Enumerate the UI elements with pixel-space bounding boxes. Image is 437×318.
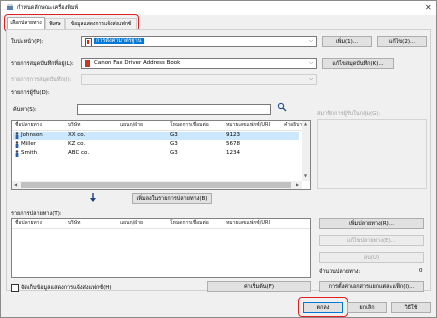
- recipient-company: ABC co.: [68, 150, 90, 156]
- address-book-select[interactable]: Canon Fax Driver Address Book ⌵: [81, 58, 317, 69]
- column-header[interactable]: โหมดการเชื่อมต่อ: [170, 121, 209, 130]
- arrow-down-icon: [89, 193, 97, 204]
- recipient-name: Miller: [21, 141, 36, 147]
- column-header[interactable]: แผนก/ฝ่าย: [120, 121, 143, 130]
- column-header[interactable]: ชื่อปลายทาง: [15, 121, 42, 130]
- recipient-mode: G3: [170, 132, 178, 138]
- recipient-company: KZ co.: [68, 141, 86, 147]
- tab-label: พิเศษ: [49, 21, 61, 27]
- cancel-button[interactable]: ยกเลิก: [347, 302, 387, 313]
- save-fax-info-label: จัดเก็บข้อมูลแสดงการแจ้งส่งแฟกซ์(H): [21, 285, 112, 291]
- help-button[interactable]: วิธีใช้: [391, 302, 431, 313]
- tab-special[interactable]: พิเศษ: [45, 18, 65, 29]
- scroll-down-icon[interactable]: ▼: [302, 173, 309, 178]
- recipient-number: 1234: [226, 150, 240, 156]
- edit-destination-button[interactable]: แก้ไขปลายทาง(E)...: [319, 235, 424, 246]
- person-icon: [15, 132, 19, 141]
- scroll-left-icon[interactable]: ◀: [12, 182, 19, 187]
- chevron-down-icon: ⌵: [309, 60, 313, 66]
- cover-sheet-value: การตั้งค่ามาตรฐาน: [94, 38, 144, 44]
- recipient-list-label: รายการผู้รับ(D):: [11, 90, 50, 96]
- search-icon[interactable]: [277, 102, 287, 114]
- chevron-down-icon: ⌵: [309, 38, 313, 44]
- ok-button[interactable]: ตกลง: [303, 302, 343, 313]
- person-icon: [15, 141, 19, 150]
- window-title: กำหนดลักษณะเครื่องพิมพ์: [17, 5, 79, 11]
- cover-icon: [85, 38, 92, 46]
- restore-defaults-button[interactable]: ค่าเริ่มต้น(F): [207, 281, 311, 292]
- table-row[interactable]: Johnson XX co. G3 9123: [13, 132, 299, 140]
- recipient-mode: G3: [170, 141, 178, 147]
- cover-add-button[interactable]: เพิ่ม(1)...: [322, 36, 372, 47]
- column-header[interactable]: ชื่อปลายทาง: [15, 219, 42, 228]
- search-scope-select[interactable]: ⌵: [81, 74, 317, 85]
- column-header[interactable]: แผนก/ฝ่าย: [120, 219, 143, 228]
- add-destination-button[interactable]: เพิ่มปลายทาง(R)...: [319, 218, 424, 229]
- chevron-down-icon: ⌵: [309, 76, 313, 82]
- close-icon[interactable]: ✕: [425, 3, 432, 12]
- vertical-scrollbar[interactable]: ▲ ▼: [302, 121, 310, 181]
- recipient-company: XX co.: [68, 132, 86, 138]
- printer-icon: [6, 3, 14, 11]
- address-book-list-label: รายการสมุดบันทึกที่อยู่(L):: [11, 61, 74, 67]
- column-header[interactable]: หมายเลขแฟกซ์/URI: [226, 219, 270, 228]
- destination-table[interactable]: ชื่อปลายทาง บริษัท แผนก/ฝ่าย โหมดการเชื่…: [11, 218, 311, 278]
- address-book-icon: [85, 60, 90, 67]
- group-members-list: [317, 119, 427, 189]
- recipient-name: Johnson: [21, 132, 43, 138]
- title-bar: กำหนดลักษณะเครื่องพิมพ์ ✕: [1, 1, 436, 15]
- header-divider: [12, 130, 310, 131]
- column-header[interactable]: โหมดการเชื่อมต่อ: [170, 219, 209, 228]
- scroll-thumb[interactable]: [21, 182, 291, 188]
- recipient-number: 9123: [226, 132, 240, 138]
- destination-list-label: รายการปลายทาง(T):: [11, 211, 62, 217]
- cover-sheet-select[interactable]: การตั้งค่ามาตรฐาน ⌵: [81, 36, 317, 47]
- header-divider: [12, 228, 310, 229]
- table-row[interactable]: Miller KZ co. G3 5678: [13, 141, 299, 149]
- cover-sheet-label: ใบปะหน้า(P):: [11, 39, 44, 45]
- cover-edit-button[interactable]: แก้ไข(2)...: [377, 36, 427, 47]
- destination-count-label: จำนวนปลายทาง:: [319, 269, 361, 275]
- per-fax-settings-button[interactable]: การตั้งค่าเอกสารแยกแต่ละแฟ็ก(I)...: [319, 281, 424, 292]
- horizontal-scrollbar[interactable]: ◀ ▶: [12, 181, 302, 189]
- column-header[interactable]: บริษัท: [68, 219, 80, 228]
- delete-button[interactable]: ลบ(U): [319, 252, 424, 263]
- scroll-right-icon[interactable]: ▶: [294, 182, 301, 187]
- printer-preferences-dialog: กำหนดลักษณะเครื่องพิมพ์ ✕ เลือกปลายทาง พ…: [0, 0, 437, 318]
- search-input[interactable]: [77, 104, 271, 115]
- table-row[interactable]: Smith ABC co. G3 1234: [13, 150, 299, 158]
- column-header[interactable]: หมายเลขแฟกซ์/URI: [226, 121, 270, 130]
- destination-count-value: 0: [419, 268, 423, 274]
- column-header[interactable]: บริษัท: [68, 121, 80, 130]
- recipients-table[interactable]: ชื่อปลายทาง บริษัท แผนก/ฝ่าย โหมดการเชื่…: [11, 120, 311, 190]
- scroll-up-icon[interactable]: ▲: [302, 121, 309, 126]
- tab-label: เลือกปลายทาง: [10, 20, 42, 26]
- group-members-label: สมาชิกการผู้รับในกลุ่ม(G):: [317, 111, 381, 117]
- tab-fax-sending-info[interactable]: ข้อมูลแสดงการแจ้งส่งแฟกซ์: [65, 18, 137, 29]
- recipient-mode: G3: [170, 150, 178, 156]
- address-book-value: Canon Fax Driver Address Book: [94, 60, 181, 66]
- edit-address-book-button[interactable]: แก้ไขสมุดบันทึก(K)...: [322, 58, 394, 69]
- save-fax-info-checkbox[interactable]: [11, 284, 19, 292]
- add-to-destination-button[interactable]: เพิ่มลงในรายการปลายทาง(B): [132, 193, 212, 204]
- tab-label: ข้อมูลแสดงการแจ้งส่งแฟกซ์: [70, 21, 132, 27]
- tab-select-destination[interactable]: เลือกปลายทาง: [7, 17, 45, 29]
- search-label: ค้นหา(S):: [13, 107, 37, 113]
- person-icon: [15, 150, 19, 159]
- recipient-name: Smith: [21, 150, 38, 156]
- search-scope-label: รายการการสมุดบันทึก(I):: [11, 77, 72, 83]
- recipient-number: 5678: [226, 141, 240, 147]
